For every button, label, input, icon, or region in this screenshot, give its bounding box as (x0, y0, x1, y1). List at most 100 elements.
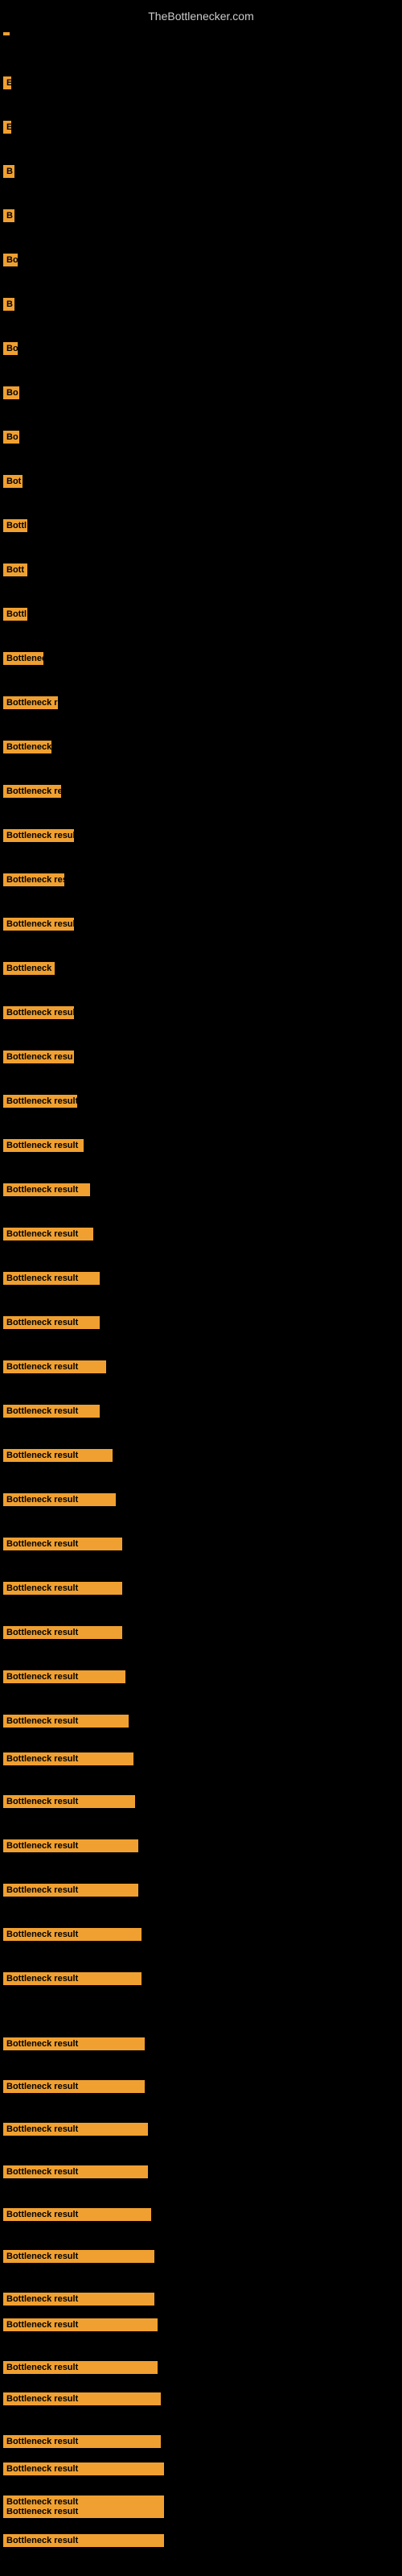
bar-container: Bottleneck result (3, 1139, 84, 1152)
bar-label: Bottleneck result (3, 1582, 122, 1595)
bar-label: Bottl (3, 519, 27, 532)
bar-label: B (3, 298, 14, 311)
bar-label: Bottleneck result (3, 1183, 90, 1196)
bar-container: Bottleneck result (3, 2293, 154, 2306)
bar-label: Bottleneck result (3, 1670, 125, 1683)
bar-label: Bottleneck re (3, 962, 55, 975)
bar-container: Bottleneck result (3, 1752, 133, 1765)
bar-label: Bottleneck result (3, 1360, 106, 1373)
bar-container: Bottleneck result (3, 1839, 138, 1852)
bar-container: Bottleneck result (3, 1884, 138, 1897)
bar-label: Bottleneck resu (3, 785, 61, 798)
bar-container: Bottleneck result (3, 2392, 161, 2405)
bar-container (3, 32, 10, 35)
site-title: TheBottlenecker.com (0, 3, 402, 29)
bar-label: Bottleneck result (3, 1228, 93, 1241)
bar-label: Bottleneck result (3, 2361, 158, 2374)
bar-container: Bottl (3, 519, 27, 532)
bar-label: Bottleneck result (3, 2435, 161, 2448)
bar-label: Bottleneck result (3, 2534, 164, 2547)
bar-label: Bottleneck result (3, 1839, 138, 1852)
bar-label: Bottleneck result (3, 1626, 122, 1639)
bar-container: Bottleneck result (3, 1493, 116, 1506)
bar-label: Bottleneck result (3, 1538, 122, 1550)
bar-label: Bo (3, 386, 19, 399)
bar-label: Bott (3, 564, 27, 576)
bar-container: B (3, 165, 14, 178)
bar-container: Bo (3, 342, 18, 355)
bar-container: B (3, 209, 14, 222)
bar-container: Bottleneck result (3, 1360, 106, 1373)
bar-label: Bo (3, 342, 18, 355)
bar-label: Bo (3, 254, 18, 266)
bar-label: Bottleneck result (3, 1272, 100, 1285)
bar-container: Bottleneck result (3, 2208, 151, 2221)
bar-label: Bottleneck result (3, 1493, 116, 1506)
bar-container: Bottleneck result (3, 1626, 122, 1639)
bar-label: Bottleneck result (3, 1405, 100, 1418)
bar-container: Bottleneck resu (3, 873, 64, 886)
bar-container: Bo (3, 386, 19, 399)
bar-label: Bottlenec (3, 652, 43, 665)
bar-container: Bottleneck result (3, 1006, 74, 1019)
bar-label: Bo (3, 431, 19, 444)
bar-label: Bottleneck resu (3, 873, 64, 886)
bar-container: Bottleneck result (3, 1272, 100, 1285)
bar-label: Bottleneck result (3, 1795, 135, 1808)
bar-label (3, 32, 10, 35)
bar-label: Bottleneck result (3, 918, 74, 931)
bar-label: Bottleneck result (3, 2392, 161, 2405)
bar-label: Bottleneck res (3, 696, 58, 709)
bar-label: Bottleneck result (3, 829, 74, 842)
bar-label: Bottleneck result (3, 1006, 74, 1019)
bar-container: Bottleneck result (3, 918, 74, 931)
bar-container: Bottleneck result (3, 2037, 145, 2050)
bar-container: Bottleneck result (3, 829, 74, 842)
bar-label: Bottleneck result (3, 1095, 77, 1108)
bar-label: Bottleneck result (3, 2250, 154, 2263)
bar-container: Bottleneck result (3, 1449, 113, 1462)
bar-container: Bottleneck result (3, 1183, 90, 1196)
bar-label: Bottleneck result (3, 2293, 154, 2306)
bar-container: Bottleneck result (3, 1582, 122, 1595)
bar-container: Bottleneck result (3, 1538, 122, 1550)
bar-container: B (3, 298, 14, 311)
bar-container: Bottleneck result (3, 2361, 158, 2374)
bar-label: Bottleneck result (3, 2123, 148, 2136)
bar-container: Bottleneck result (3, 2534, 164, 2547)
bar-container: Bottleneck result (3, 1228, 93, 1241)
bar-container: Bo (3, 431, 19, 444)
bar-container: Bottl (3, 608, 27, 621)
bar-label: Bottl (3, 608, 27, 621)
bar-label: Bottleneck (3, 741, 51, 753)
bar-label: Bottleneck result (3, 1928, 142, 1941)
bar-container: Bottleneck result (3, 1795, 135, 1808)
bar-container: Bottleneck result (3, 2080, 145, 2093)
bar-label: Bottleneck result (3, 1972, 142, 1985)
bar-container: Bottleneck result (3, 1670, 125, 1683)
bar-label: Bottleneck result (3, 2208, 151, 2221)
bar-label: Bottleneck result (3, 2080, 145, 2093)
bar-container: Bottleneck res (3, 696, 58, 709)
bar-container: E (3, 76, 11, 89)
bar-container: Bottleneck result (3, 1316, 100, 1329)
bar-container: Bottleneck result (3, 2435, 161, 2448)
bar-label: Bottleneck result (3, 1884, 138, 1897)
bar-container: Bottleneck resu (3, 785, 61, 798)
bar-container: Bott (3, 564, 27, 576)
bar-container: Bottleneck result (3, 1715, 129, 1728)
bar-container: Bottleneck result (3, 1972, 142, 1985)
bar-container: Bottleneck result (3, 1928, 142, 1941)
bar-container: Bottleneck result (3, 2250, 154, 2263)
bar-container: Bottleneck result (3, 2165, 148, 2178)
bar-container: Bottleneck result (3, 2123, 148, 2136)
bar-container: Bottleneck (3, 741, 51, 753)
bar-label: Bottleneck resu (3, 1051, 74, 1063)
bar-label: Bottleneck result (3, 2165, 148, 2178)
bar-container: Bottleneck result (3, 1405, 100, 1418)
bar-label: Bottleneck result (3, 1139, 84, 1152)
bar-label: E (3, 121, 11, 134)
bar-container: Bo (3, 254, 18, 266)
bar-container: Bottleneck resu (3, 1051, 74, 1063)
bar-container: E (3, 121, 11, 134)
